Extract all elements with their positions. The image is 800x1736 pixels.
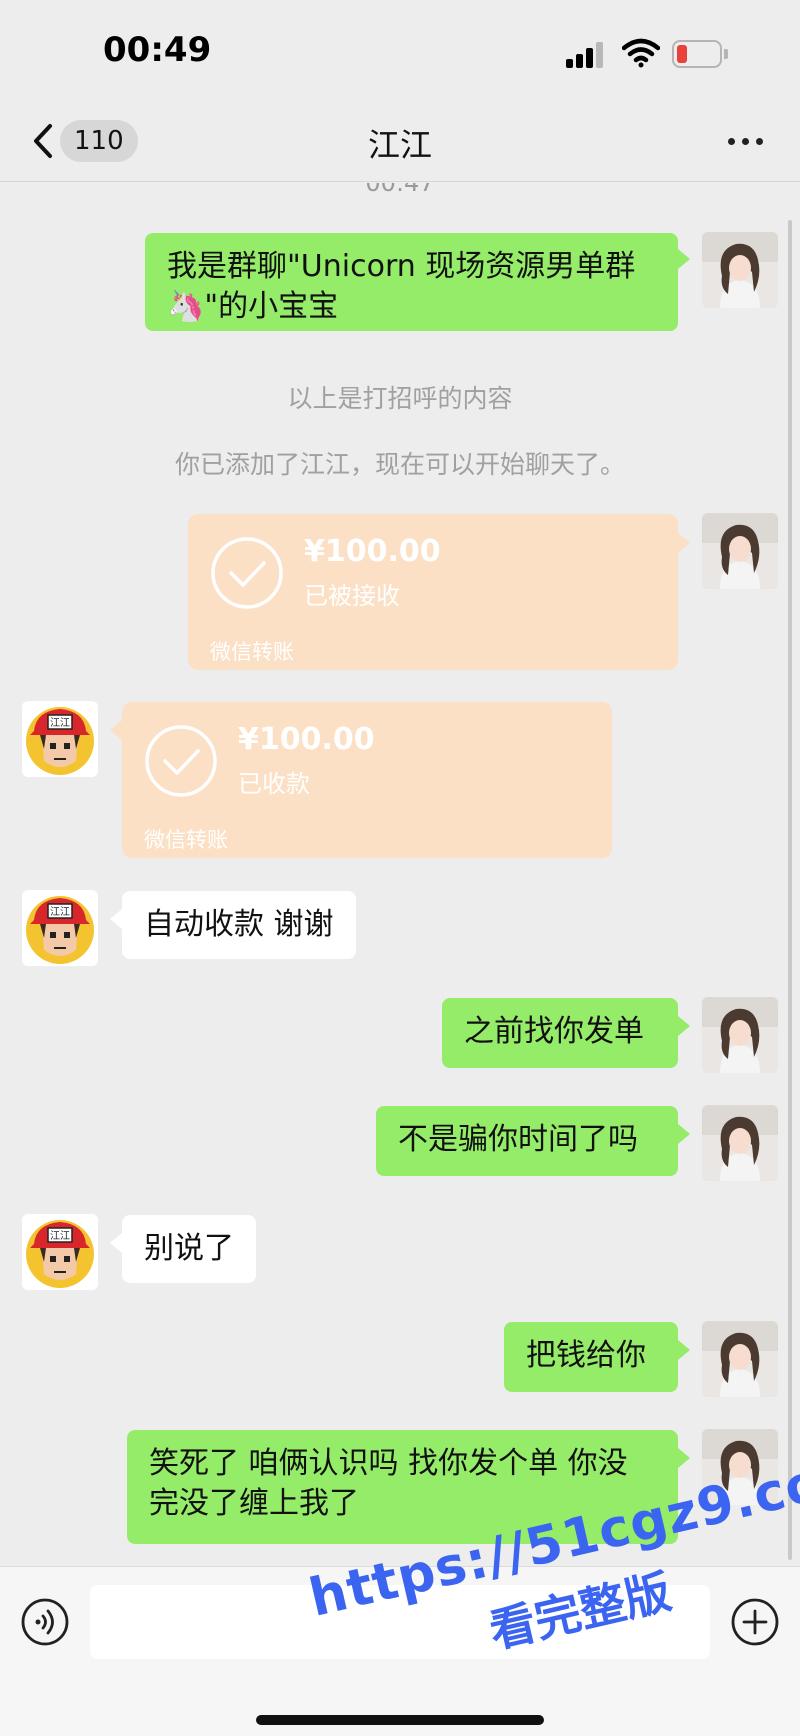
avatar-badge-text: 江江	[50, 1230, 70, 1242]
my-avatar[interactable]	[702, 1105, 778, 1181]
profile-photo-icon	[702, 513, 778, 589]
transfer-card-received[interactable]: ¥100.00 已收款 微信转账	[122, 702, 612, 858]
cartoon-avatar-icon: 江江	[22, 890, 98, 966]
my-message-bubble[interactable]: 把钱给你	[504, 1322, 678, 1392]
bubble-tail	[110, 1233, 122, 1253]
my-avatar[interactable]	[702, 513, 778, 589]
system-notice: 你已添加了江江，现在可以开始聊天了。	[174, 450, 625, 479]
my-avatar[interactable]	[702, 1321, 778, 1397]
bubble-tail	[678, 1340, 690, 1360]
message-text: 不是骗你时间了吗	[398, 1122, 638, 1157]
transfer-label: 微信转账	[210, 640, 294, 664]
contact-avatar[interactable]: 江江	[22, 701, 98, 777]
check-circle-icon	[211, 537, 283, 609]
my-avatar[interactable]	[702, 232, 778, 308]
profile-photo-icon	[702, 1321, 778, 1397]
message-text: 之前找你发单	[464, 1014, 644, 1049]
timestamp: 00:47	[365, 183, 435, 197]
home-indicator[interactable]	[256, 1715, 544, 1725]
avatar-badge-text: 江江	[50, 717, 70, 729]
my-avatar[interactable]	[702, 997, 778, 1073]
wifi-icon	[622, 38, 660, 68]
my-message-bubble[interactable]: 我是群聊"Unicorn 现场资源男单群🦄"的小宝宝	[145, 233, 678, 331]
bubble-tail	[678, 1124, 690, 1144]
contact-avatar[interactable]: 江江	[22, 890, 98, 966]
transfer-amount: ¥100.00	[238, 722, 375, 757]
cartoon-avatar-icon: 江江	[22, 701, 98, 777]
check-circle-icon	[145, 725, 217, 797]
contact-avatar[interactable]: 江江	[22, 1214, 98, 1290]
message-list[interactable]: 00:47 我是群聊"Unicorn 现场资源男单群🦄"的小宝宝 以上是打招呼的…	[0, 183, 800, 1565]
chat-header: 110 江江	[0, 100, 800, 182]
my-message-bubble[interactable]: 不是骗你时间了吗	[376, 1106, 678, 1176]
avatar-badge-text: 江江	[50, 906, 70, 918]
message-text: 别说了	[144, 1231, 234, 1266]
cellular-signal-icon	[566, 42, 608, 68]
status-time: 00:49	[103, 30, 212, 70]
transfer-amount: ¥100.00	[304, 534, 441, 569]
profile-photo-icon	[702, 1105, 778, 1181]
their-message-bubble[interactable]: 别说了	[122, 1215, 256, 1283]
message-text: 自动收款 谢谢	[144, 907, 334, 942]
bubble-tail	[678, 249, 690, 269]
message-text: 把钱给你	[526, 1338, 646, 1373]
bubble-tail	[110, 909, 122, 929]
status-bar: 00:49	[0, 0, 800, 100]
chat-title: 江江	[367, 126, 432, 164]
system-notice: 以上是打招呼的内容	[287, 384, 513, 413]
transfer-status: 已被接收	[304, 582, 400, 610]
profile-photo-icon	[702, 997, 778, 1073]
more-options-icon[interactable]	[726, 130, 766, 150]
transfer-label: 微信转账	[144, 828, 228, 852]
scrollbar[interactable]	[788, 220, 792, 1560]
bubble-tail	[110, 720, 122, 740]
bubble-tail	[678, 1016, 690, 1036]
transfer-card-sent[interactable]: ¥100.00 已被接收 微信转账	[188, 514, 678, 670]
bubble-tail	[678, 533, 690, 553]
profile-photo-icon	[702, 232, 778, 308]
message-text: 我是群聊"Unicorn 现场资源男单群🦄"的小宝宝	[167, 249, 636, 324]
their-message-bubble[interactable]: 自动收款 谢谢	[122, 891, 356, 959]
cartoon-avatar-icon: 江江	[22, 1214, 98, 1290]
voice-input-icon[interactable]	[20, 1597, 70, 1647]
battery-icon	[672, 40, 728, 68]
my-message-bubble[interactable]: 之前找你发单	[442, 998, 678, 1068]
transfer-status: 已收款	[238, 770, 310, 798]
